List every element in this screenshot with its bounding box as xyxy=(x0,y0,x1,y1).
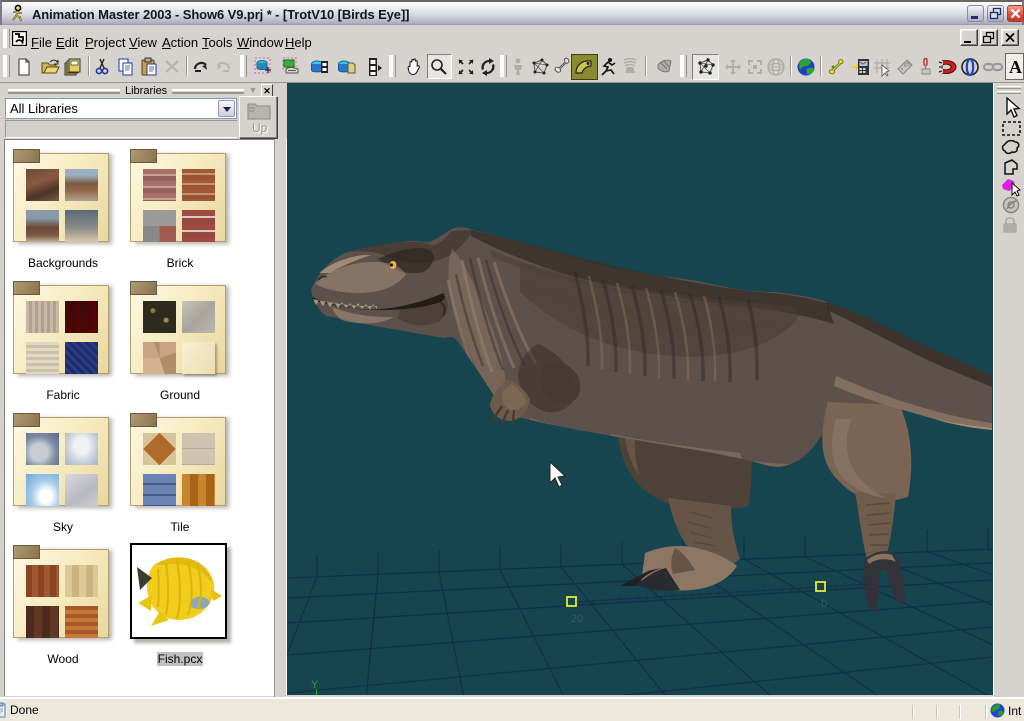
svg-text:Y: Y xyxy=(311,679,319,691)
svg-text:no: no xyxy=(904,62,911,68)
svg-text:20: 20 xyxy=(571,613,583,625)
svg-text:0: 0 xyxy=(821,598,827,610)
